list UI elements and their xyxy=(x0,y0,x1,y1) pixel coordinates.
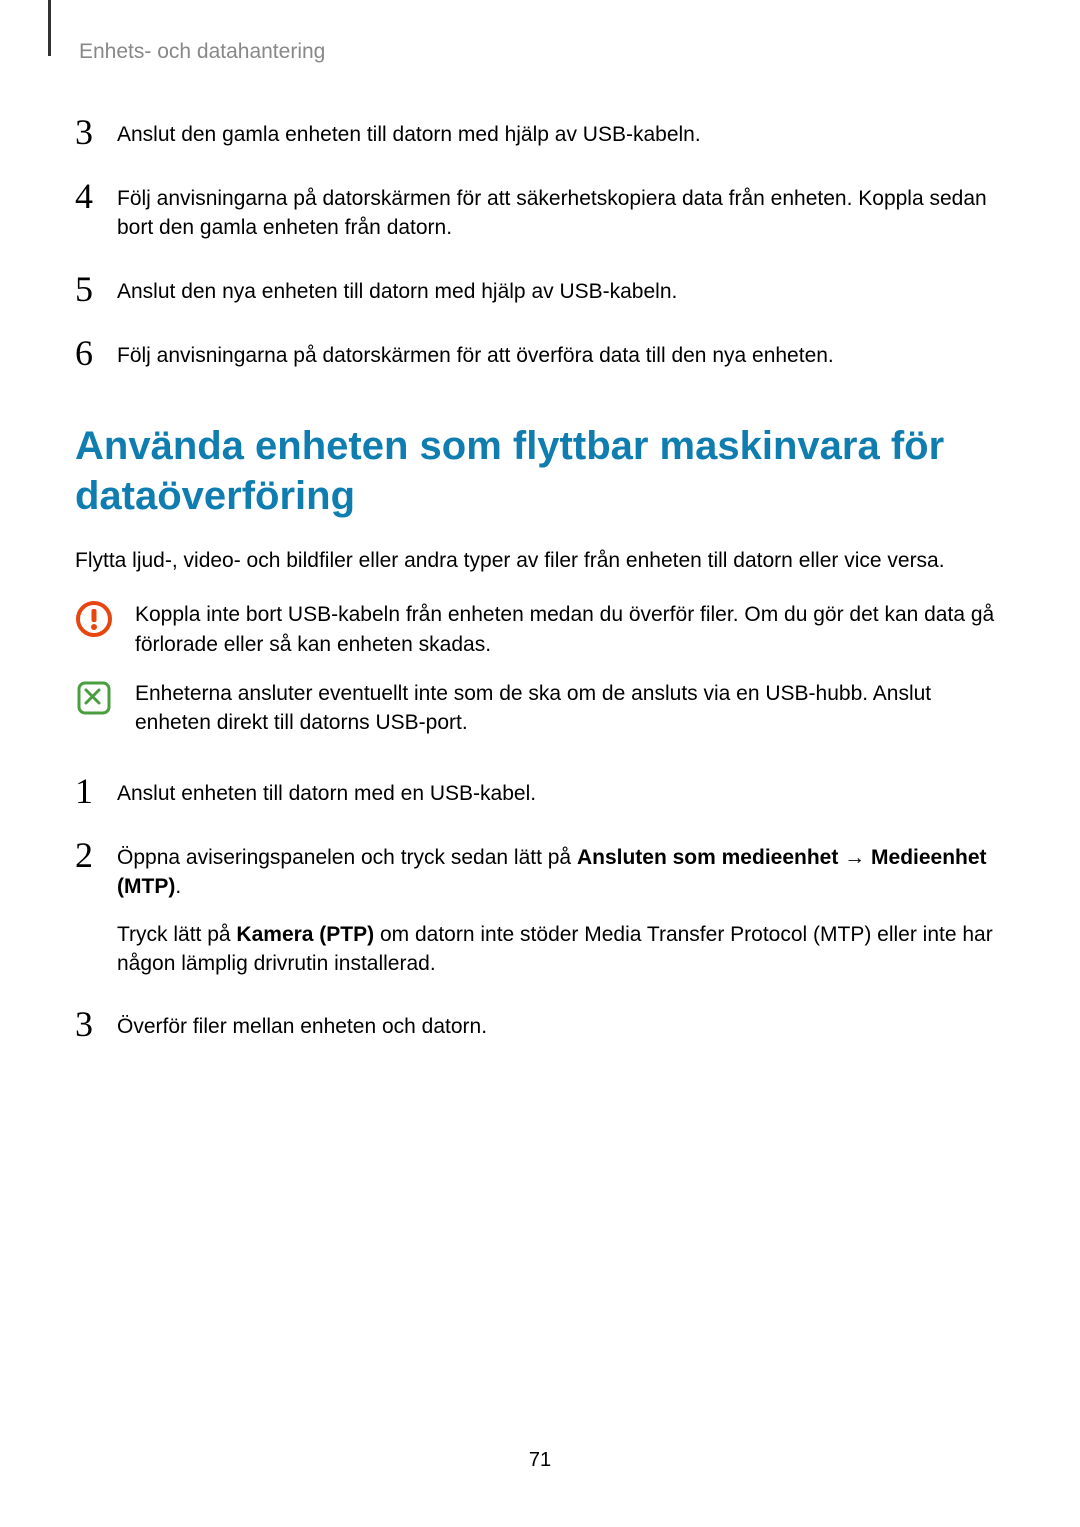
step-text: Anslut enheten till datorn med en USB-ka… xyxy=(117,773,536,808)
list-item: 2 Öppna aviseringspanelen och tryck seda… xyxy=(75,837,1005,979)
numbered-list-bottom: 1 Anslut enheten till datorn med en USB-… xyxy=(75,773,1005,1043)
step-text: Anslut den gamla enheten till datorn med… xyxy=(117,114,701,149)
step-sub-bold: Kamera (PTP) xyxy=(236,923,374,946)
step-number: 4 xyxy=(75,178,107,214)
warning-text: Koppla inte bort USB-kabeln från enheten… xyxy=(135,600,1005,659)
step-number: 3 xyxy=(75,1006,107,1042)
note-icon xyxy=(75,679,113,717)
step-number: 5 xyxy=(75,271,107,307)
page-number: 71 xyxy=(529,1449,551,1472)
step-text: Följ anvisningarna på datorskärmen för a… xyxy=(117,335,834,370)
note-callout: Enheterna ansluter eventuellt inte som d… xyxy=(75,679,1005,738)
list-item: 4 Följ anvisningarna på datorskärmen för… xyxy=(75,178,1005,243)
step-number: 2 xyxy=(75,837,107,873)
step-text: Anslut den nya enheten till datorn med h… xyxy=(117,271,677,306)
header-marker xyxy=(48,0,51,56)
step-period: . xyxy=(175,875,181,898)
numbered-list-top: 3 Anslut den gamla enheten till datorn m… xyxy=(75,114,1005,371)
section-title: Använda enheten som flyttbar maskinvara … xyxy=(75,421,1005,521)
step-text: Överför filer mellan enheten och datorn. xyxy=(117,1006,487,1041)
page-header: Enhets- och datahantering xyxy=(75,40,1005,64)
list-item: 1 Anslut enheten till datorn med en USB-… xyxy=(75,773,1005,809)
step-text: Följ anvisningarna på datorskärmen för a… xyxy=(117,178,1005,243)
warning-icon xyxy=(75,600,113,638)
list-item: 6 Följ anvisningarna på datorskärmen för… xyxy=(75,335,1005,371)
step-text: Öppna aviseringspanelen och tryck sedan … xyxy=(117,837,1005,979)
warning-callout: Koppla inte bort USB-kabeln från enheten… xyxy=(75,600,1005,659)
step-part: Öppna aviseringspanelen och tryck sedan … xyxy=(117,846,577,869)
step-bold: Ansluten som medieenhet xyxy=(577,846,838,869)
step-number: 6 xyxy=(75,335,107,371)
note-text: Enheterna ansluter eventuellt inte som d… xyxy=(135,679,1005,738)
list-item: 3 Anslut den gamla enheten till datorn m… xyxy=(75,114,1005,150)
list-item: 5 Anslut den nya enheten till datorn med… xyxy=(75,271,1005,307)
step-number: 3 xyxy=(75,114,107,150)
list-item: 3 Överför filer mellan enheten och dator… xyxy=(75,1006,1005,1042)
intro-text: Flytta ljud-, video- och bildfiler eller… xyxy=(75,546,1005,575)
step-sub: Tryck lätt på xyxy=(117,923,236,946)
arrow: → xyxy=(838,846,871,869)
step-number: 1 xyxy=(75,773,107,809)
